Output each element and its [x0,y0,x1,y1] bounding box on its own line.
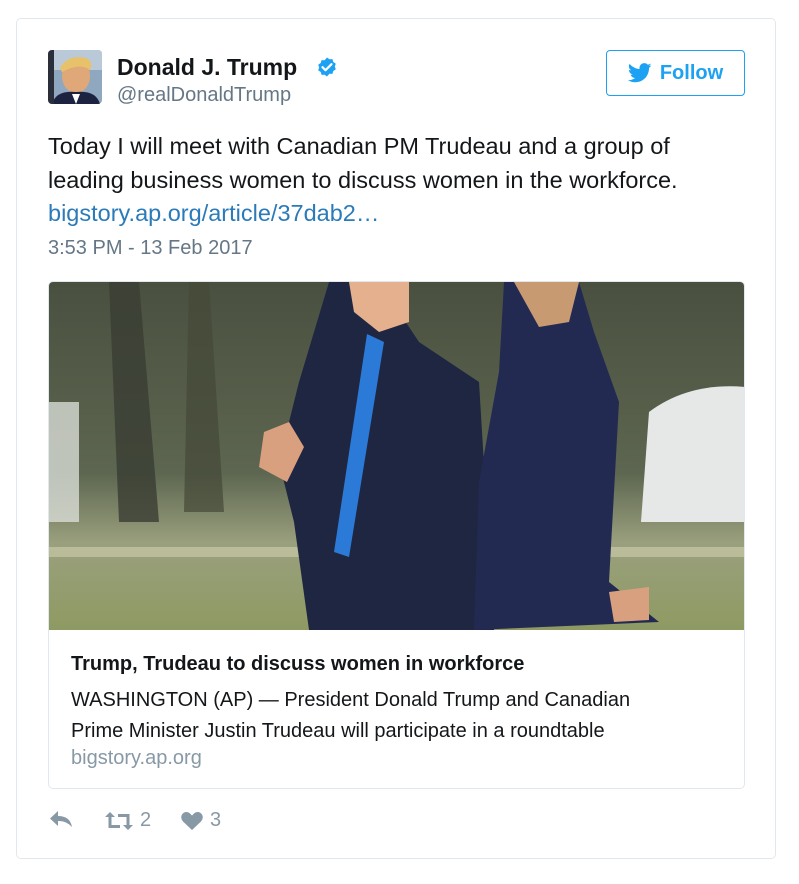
heart-icon [181,811,203,830]
like-button[interactable]: 3 [180,809,221,832]
tweet-text-line: Today I will meet with Canadian PM Trude… [48,133,670,159]
retweet-count: 2 [140,809,152,831]
reply-button[interactable] [48,809,74,829]
avatar[interactable] [48,50,102,104]
author-handle[interactable]: @realDonaldTrump [117,84,291,107]
card-description-line: WASHINGTON (AP) — President Donald Trump… [71,689,631,711]
follow-button[interactable]: Follow [606,50,745,96]
link-preview-card[interactable]: Trump, Trudeau to discuss women in workf… [48,281,745,789]
retweet-icon [105,811,133,830]
card-title: Trump, Trudeau to discuss women in workf… [71,653,525,675]
verified-badge-icon [318,57,336,77]
follow-label: Follow [659,61,724,84]
card-description-line: Prime Minister Justin Trudeau will parti… [71,720,605,742]
twitter-bird-icon [627,63,652,83]
retweet-button[interactable]: 2 [104,809,151,832]
like-count: 3 [210,809,222,831]
timestamp[interactable]: 3:53 PM - 13 Feb 2017 [48,237,253,260]
card-domain: bigstory.ap.org [71,747,202,769]
reply-icon [50,811,72,827]
tweet-text: Today I will meet with Canadian PM Trude… [48,129,748,197]
card-description: WASHINGTON (AP) — President Donald Trump… [71,685,731,747]
tweet-text-line: leading business women to discuss women … [48,167,678,193]
author-name[interactable]: Donald J. Trump [117,54,297,81]
tweet-card: Donald J. Trump @realDonaldTrump Follow … [16,18,776,859]
article-photo [49,282,744,630]
article-link[interactable]: bigstory.ap.org/article/37dab2… [48,200,379,227]
